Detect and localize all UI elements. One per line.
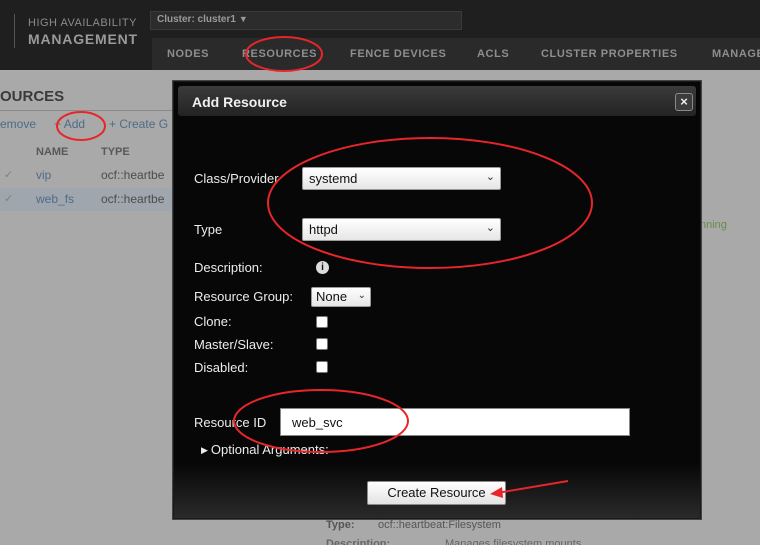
resource-group-label: Resource Group:	[194, 289, 293, 304]
brand-title-line2: MANAGEMENT	[28, 31, 138, 47]
class-provider-label: Class/Provider	[194, 171, 279, 186]
brand-title-line1: HIGH AVAILABILITY	[28, 17, 137, 29]
cluster-selector-label: Cluster: cluster1	[157, 14, 236, 25]
chevron-down-icon: ▼	[238, 14, 248, 24]
create-group-label: Create G	[119, 117, 169, 131]
clone-checkbox[interactable]	[316, 316, 328, 328]
cluster-selector[interactable]: Cluster: cluster1 ▼	[150, 11, 462, 30]
type-value: httpd	[309, 222, 338, 237]
description-label: Description:	[194, 260, 263, 275]
main-nav: NODES RESOURCES FENCE DEVICES ACLS CLUST…	[152, 38, 760, 70]
dialog-footer: Create Resource	[174, 463, 700, 518]
create-resource-button[interactable]: Create Resource	[367, 481, 506, 505]
nav-resources[interactable]: RESOURCES	[242, 48, 317, 60]
status-text: nning	[700, 219, 727, 231]
class-provider-select[interactable]: systemd ⌄	[302, 167, 501, 190]
table-row[interactable]: ✓ web_fs ocf::heartbe	[0, 188, 175, 211]
nav-fence-devices[interactable]: FENCE DEVICES	[350, 48, 446, 60]
create-group-link[interactable]: + Create G	[109, 117, 168, 131]
logo-divider	[14, 14, 15, 48]
resource-name[interactable]: web_fs	[36, 192, 74, 206]
table-row[interactable]: ✓ vip ocf::heartbe	[0, 164, 175, 187]
resource-type: ocf::heartbe	[101, 192, 165, 206]
type-label: Type	[194, 222, 223, 237]
details-description-label: Description:	[326, 538, 391, 545]
column-header-type: TYPE	[101, 146, 130, 158]
dialog-title: Add Resource	[192, 94, 287, 110]
nav-manage[interactable]: MANAGE	[712, 48, 760, 60]
type-select[interactable]: httpd ⌄	[302, 218, 501, 241]
add-link[interactable]: + Add	[54, 117, 85, 131]
check-icon: ✓	[4, 169, 14, 181]
disabled-label: Disabled:	[194, 360, 249, 375]
resource-name[interactable]: vip	[36, 168, 51, 182]
resource-id-input[interactable]	[280, 408, 630, 436]
column-header-name: NAME	[36, 146, 69, 158]
plus-icon: +	[54, 117, 64, 131]
dialog-header: Add Resource ×	[178, 86, 696, 116]
chevron-down-icon: ⌄	[485, 171, 495, 183]
resource-id-label: Resource ID	[194, 415, 267, 430]
resource-group-select[interactable]: None ⌄	[311, 287, 371, 307]
info-icon[interactable]: i	[316, 261, 329, 274]
clone-label: Clone:	[194, 314, 232, 329]
disabled-checkbox[interactable]	[316, 361, 328, 373]
chevron-down-icon: ⌄	[357, 290, 366, 301]
chevron-down-icon: ⌄	[485, 222, 495, 234]
plus-icon: +	[109, 117, 120, 131]
add-link-label: Add	[63, 117, 86, 131]
nav-cluster-properties[interactable]: CLUSTER PROPERTIES	[541, 48, 678, 60]
nav-nodes[interactable]: NODES	[167, 48, 209, 60]
details-description-value: Manages filesystem mounts	[445, 538, 582, 545]
optional-arguments-label: Optional Arguments:	[210, 442, 329, 457]
expand-triangle-icon: ▶	[201, 445, 208, 455]
check-icon: ✓	[4, 193, 14, 205]
title-divider	[0, 110, 175, 111]
resource-type: ocf::heartbe	[101, 168, 165, 182]
nav-acls[interactable]: ACLS	[477, 48, 509, 60]
resource-group-value: None	[316, 289, 348, 304]
remove-link[interactable]: emove	[0, 117, 36, 131]
close-icon[interactable]: ×	[675, 93, 693, 111]
master-slave-checkbox[interactable]	[316, 338, 328, 350]
optional-arguments-toggle[interactable]: ▶ Optional Arguments:	[201, 442, 329, 457]
class-provider-value: systemd	[309, 171, 358, 186]
page-title: OURCES	[0, 88, 65, 105]
add-resource-dialog: Add Resource × Class/Provider systemd ⌄ …	[173, 81, 701, 519]
master-slave-label: Master/Slave:	[194, 337, 274, 352]
top-header: HIGH AVAILABILITY MANAGEMENT Cluster: cl…	[0, 0, 760, 70]
details-type-value: ocf::heartbeat:Filesystem	[378, 519, 501, 531]
details-type-label: Type:	[326, 519, 355, 531]
